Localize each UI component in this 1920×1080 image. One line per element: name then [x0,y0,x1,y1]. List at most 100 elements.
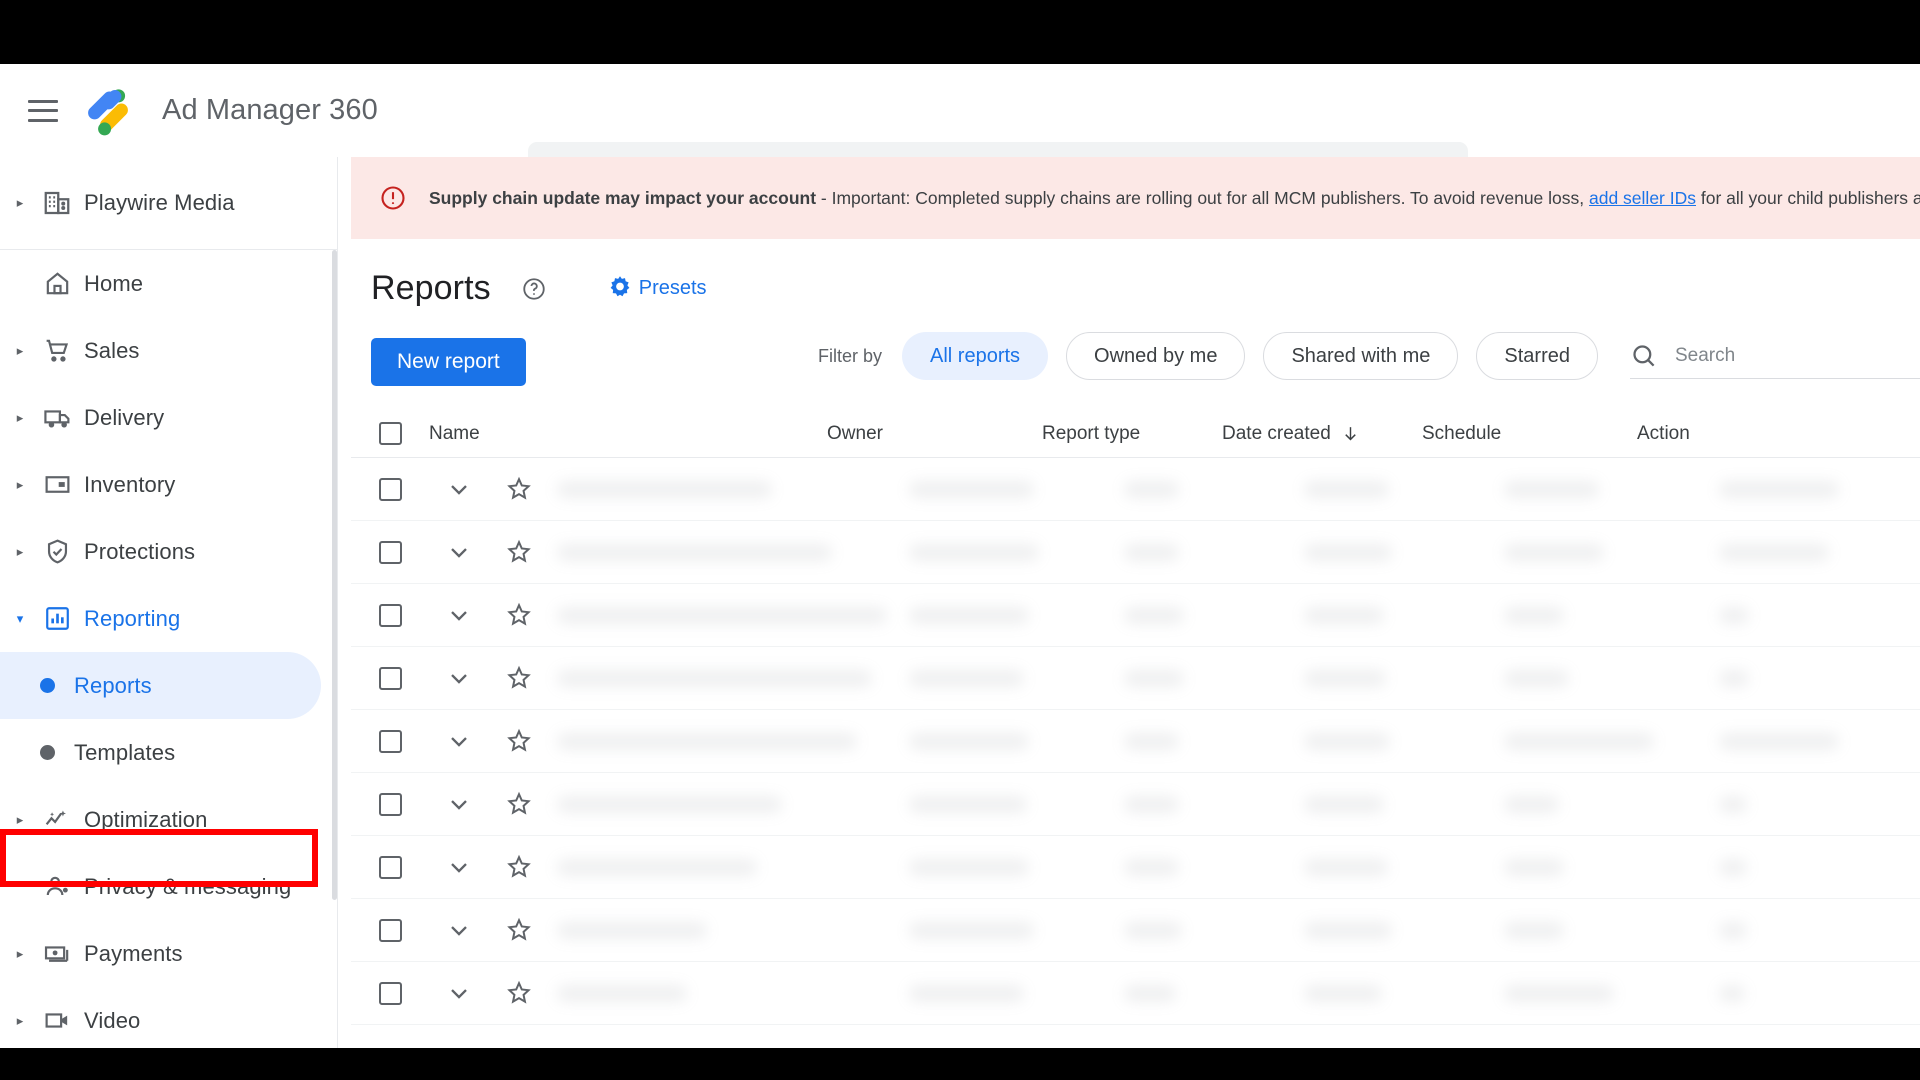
reports-toolbar: New report Filter by All reports Owned b… [339,308,1920,392]
chevron-right-icon[interactable]: ▸ [10,544,30,560]
table-row[interactable] [351,521,1920,584]
sidebar-item-label: Home [84,270,144,296]
table-row[interactable] [351,773,1920,836]
sidebar-item-home[interactable]: ▸ Home [0,250,337,317]
cell-name [549,543,909,561]
row-star-button[interactable] [489,916,549,944]
row-checkbox[interactable] [351,603,429,627]
row-expand-button[interactable] [429,979,489,1007]
row-star-button[interactable] [489,538,549,566]
cell-schedule [1504,543,1719,561]
account-name: Playwire Media [84,190,235,215]
cell-action[interactable] [1719,669,1919,687]
table-row[interactable] [351,899,1920,962]
row-checkbox[interactable] [351,729,429,753]
sidebar-item-label: Inventory [84,471,176,497]
column-header-owner[interactable]: Owner [827,423,1042,445]
table-row[interactable] [351,584,1920,647]
cell-action[interactable] [1719,480,1919,498]
table-row[interactable] [351,458,1920,521]
cell-name [549,732,909,750]
row-checkbox[interactable] [351,981,429,1005]
chevron-right-icon[interactable]: ▸ [10,1013,30,1029]
table-row[interactable] [351,647,1920,710]
sidebar-item-templates[interactable]: ▸ Templates [0,719,337,786]
row-expand-button[interactable] [429,475,489,503]
table-row[interactable] [351,710,1920,773]
chevron-right-icon[interactable]: ▸ [10,477,30,493]
chevron-right-icon[interactable]: ▸ [10,410,30,426]
sidebar-item-video[interactable]: ▸ Video [0,987,337,1048]
row-star-button[interactable] [489,727,549,755]
brand[interactable]: Ad Manager 360 [85,85,378,138]
row-checkbox[interactable] [351,855,429,879]
row-expand-button[interactable] [429,601,489,629]
row-star-button[interactable] [489,853,549,881]
sidebar-item-reporting[interactable]: ▾ Reporting [0,585,337,652]
chip-shared-with-me[interactable]: Shared with me [1263,332,1459,380]
column-header-schedule[interactable]: Schedule [1422,423,1637,445]
chevron-right-icon[interactable]: ▸ [10,195,30,211]
help-circle-icon[interactable] [521,276,547,302]
row-checkbox[interactable] [351,666,429,690]
chevron-right-icon[interactable]: ▸ [10,812,30,828]
sidebar-item-sales[interactable]: ▸ Sales [0,317,337,384]
row-checkbox[interactable] [351,477,429,501]
row-expand-button[interactable] [429,727,489,755]
chevron-right-icon[interactable]: ▸ [10,946,30,962]
sidebar-account-row[interactable]: ▸ Playwire Media [0,157,337,250]
chip-all-reports[interactable]: All reports [902,332,1049,380]
sidebar-item-protections[interactable]: ▸ Protections [0,518,337,585]
row-expand-button[interactable] [429,538,489,566]
cell-date-created [1304,669,1504,687]
cell-action[interactable] [1719,606,1919,624]
cell-action[interactable] [1719,795,1919,813]
money-icon [30,939,84,968]
row-star-button[interactable] [489,664,549,692]
column-header-report-type[interactable]: Report type [1042,423,1222,445]
search-input[interactable] [1675,344,1865,367]
sidebar-item-optimization[interactable]: ▸ Optimization [0,786,337,853]
row-expand-button[interactable] [429,790,489,818]
row-checkbox[interactable] [351,540,429,564]
chevron-right-icon[interactable]: ▸ [10,343,30,359]
supply-chain-alert-banner: Supply chain update may impact your acco… [351,157,1920,239]
reports-search[interactable] [1630,333,1920,379]
sidebar-item-privacy-messaging[interactable]: ▸ Privacy & messaging [0,853,337,920]
add-seller-ids-link[interactable]: add seller IDs [1589,188,1696,208]
row-star-button[interactable] [489,601,549,629]
column-header-name[interactable]: Name [429,423,827,445]
table-row[interactable] [351,836,1920,899]
select-all-checkbox[interactable] [351,422,429,445]
cell-action[interactable] [1719,732,1919,750]
cell-schedule [1504,921,1719,939]
filter-by-label: Filter by [818,345,883,366]
hamburger-menu-icon[interactable] [28,99,58,122]
cell-action[interactable] [1719,984,1919,1002]
row-expand-button[interactable] [429,916,489,944]
cell-report-type [1124,732,1304,750]
cell-action[interactable] [1719,858,1919,876]
sidebar-item-payments[interactable]: ▸ Payments [0,920,337,987]
sidebar-item-inventory[interactable]: ▸ Inventory [0,451,337,518]
screenshot-root: Ad Manager 360 ▸ Playwire Media Home ▸ S… [0,0,1920,1080]
cell-action[interactable] [1719,921,1919,939]
row-star-button[interactable] [489,790,549,818]
presets-button[interactable]: Presets [605,274,707,304]
row-checkbox[interactable] [351,918,429,942]
sidebar-item-delivery[interactable]: ▸ Delivery [0,384,337,451]
row-star-button[interactable] [489,475,549,503]
chevron-down-icon[interactable]: ▾ [10,611,30,627]
chip-starred[interactable]: Starred [1476,332,1598,380]
row-star-button[interactable] [489,979,549,1007]
new-report-button[interactable]: New report [371,338,526,386]
table-row[interactable] [351,962,1920,1025]
row-expand-button[interactable] [429,853,489,881]
chip-owned-by-me[interactable]: Owned by me [1066,332,1246,380]
column-header-date-created[interactable]: Date created [1222,423,1422,445]
sidebar-item-reports[interactable]: ▸ Reports [0,652,321,719]
cell-action[interactable] [1719,543,1919,561]
row-expand-button[interactable] [429,664,489,692]
row-checkbox[interactable] [351,792,429,816]
reports-table: Name Owner Report type Date created Sche… [351,410,1920,1025]
